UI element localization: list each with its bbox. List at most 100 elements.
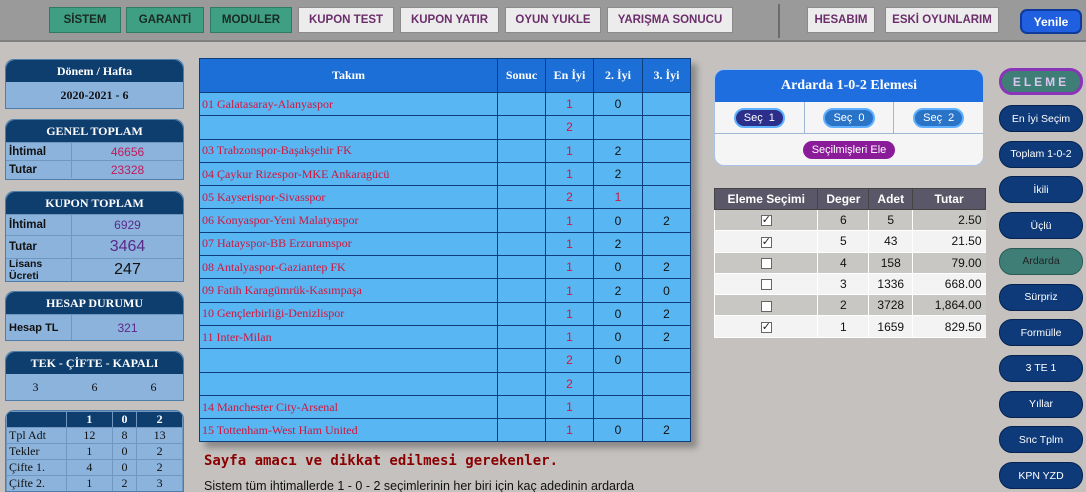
match-sonuc[interactable] [497, 208, 546, 233]
match-iki-iyi[interactable]: 2 [593, 231, 643, 257]
match-iki-iyi[interactable]: 1 [593, 185, 643, 210]
refresh-button[interactable]: Yenile [1020, 9, 1082, 34]
nav-moduler[interactable]: MODULER [210, 7, 292, 33]
match-uc-iyi[interactable]: 0 [642, 278, 691, 303]
match-uc-iyi[interactable] [642, 348, 691, 373]
side-menu-item[interactable]: Formülle [999, 319, 1083, 347]
match-uc-iyi[interactable] [642, 231, 691, 257]
match-uc-iyi[interactable] [642, 91, 691, 117]
match-sonuc[interactable] [497, 324, 546, 350]
match-en-iyi[interactable]: 2 [545, 115, 594, 140]
select-2-button[interactable]: Seç 2 [913, 107, 965, 128]
match-en-iyi[interactable]: 1 [545, 255, 594, 280]
match-en-iyi[interactable]: 1 [545, 231, 594, 257]
match-iki-iyi[interactable]: 0 [593, 418, 643, 443]
match-row: 09 Fatih Karagümrük-Kasımpaşa 1 2 0 [199, 278, 691, 303]
nav-eski-oyunlarim[interactable]: ESKİ OYUNLARIM [885, 7, 999, 33]
match-sonuc[interactable] [497, 371, 546, 396]
match-en-iyi[interactable]: 1 [545, 301, 594, 326]
match-sonuc[interactable] [497, 278, 546, 303]
match-iki-iyi[interactable]: 2 [593, 161, 643, 187]
side-menu-item[interactable]: 3 TE 1 [999, 354, 1083, 382]
side-menu-item[interactable]: Toplam 1-0-2 [999, 140, 1083, 168]
match-iki-iyi[interactable]: 0 [593, 348, 643, 373]
match-sonuc[interactable] [497, 138, 546, 163]
account-tl-label: Hesap TL [6, 315, 72, 340]
side-menu-item[interactable]: Snc Tplm [999, 426, 1083, 454]
match-sonuc[interactable] [497, 394, 546, 420]
match-uc-iyi[interactable] [642, 371, 691, 396]
elimination-adet: 1336 [868, 273, 913, 296]
elimination-checkbox[interactable] [760, 279, 772, 291]
match-en-iyi[interactable]: 1 [545, 138, 594, 163]
match-iki-iyi[interactable] [593, 371, 643, 396]
match-sonuc[interactable] [497, 185, 546, 210]
match-en-iyi[interactable]: 1 [545, 418, 594, 443]
match-sonuc[interactable] [497, 348, 546, 373]
elimination-checkbox[interactable] [760, 213, 772, 227]
match-iki-iyi[interactable] [593, 394, 643, 420]
nav-kupon-test[interactable]: KUPON TEST [298, 7, 394, 33]
elimination-checkbox[interactable] [760, 300, 772, 312]
match-iki-iyi[interactable]: 0 [593, 208, 643, 233]
match-iki-iyi[interactable]: 0 [593, 91, 643, 117]
nav-hesabim[interactable]: HESABIM [807, 7, 875, 33]
match-en-iyi[interactable]: 1 [545, 161, 594, 187]
elimination-checkbox[interactable] [760, 235, 772, 248]
match-en-iyi[interactable]: 1 [545, 394, 594, 420]
match-sonuc[interactable] [497, 255, 546, 280]
match-sonuc[interactable] [497, 231, 546, 257]
match-en-iyi[interactable]: 2 [545, 348, 594, 373]
match-iki-iyi[interactable]: 2 [593, 138, 643, 163]
match-iki-iyi[interactable]: 2 [593, 278, 643, 303]
side-menu-item[interactable]: Yıllar [999, 390, 1083, 418]
match-uc-iyi[interactable]: 2 [642, 255, 691, 280]
match-en-iyi[interactable]: 2 [545, 185, 594, 210]
general-tutar-value: 23328 [110, 162, 145, 177]
match-iki-iyi[interactable]: 0 [593, 255, 643, 280]
match-uc-iyi[interactable] [642, 185, 691, 210]
match-en-iyi[interactable]: 1 [545, 324, 594, 350]
match-en-iyi[interactable]: 1 [545, 208, 594, 233]
side-menu-item[interactable]: Ardarda [999, 247, 1083, 275]
elimination-tutar: 829.50 [912, 315, 986, 338]
match-iki-iyi[interactable] [593, 115, 643, 140]
nav-sistem[interactable]: SİSTEM [49, 7, 121, 33]
nav-garanti[interactable]: GARANTİ [126, 7, 204, 33]
match-iki-iyi[interactable]: 0 [593, 324, 643, 350]
nav-kupon-yatir[interactable]: KUPON YATIR [400, 7, 499, 33]
match-iki-iyi[interactable]: 0 [593, 301, 643, 326]
match-sonuc[interactable] [497, 115, 546, 140]
elimination-checkbox[interactable] [760, 258, 772, 270]
match-uc-iyi[interactable]: 2 [642, 418, 691, 443]
select-0-button[interactable]: Seç 0 [823, 107, 875, 128]
match-uc-iyi[interactable] [642, 115, 691, 140]
side-menu-item[interactable]: En İyi Seçim [999, 105, 1083, 132]
match-uc-iyi[interactable] [642, 161, 691, 187]
side-menu-item[interactable]: Sürpriz [999, 283, 1083, 311]
match-en-iyi[interactable]: 1 [545, 278, 594, 303]
match-sonuc[interactable] [497, 91, 546, 117]
side-menu-item[interactable]: KPN YZD [999, 462, 1083, 489]
match-uc-iyi[interactable] [642, 138, 691, 163]
match-row: 07 Hatayspor-BB Erzurumspor 1 2 [199, 231, 691, 257]
match-en-iyi[interactable]: 1 [545, 91, 594, 117]
match-uc-iyi[interactable]: 2 [642, 208, 691, 233]
match-team: 05 Kayserispor-Sivasspor [199, 185, 498, 210]
match-uc-iyi[interactable] [642, 394, 691, 420]
match-uc-iyi[interactable]: 2 [642, 324, 691, 350]
match-sonuc[interactable] [497, 161, 546, 187]
side-menu-item[interactable]: Üçlü [999, 212, 1083, 240]
select-1-button[interactable]: Seç 1 [733, 107, 785, 128]
match-sonuc[interactable] [497, 418, 546, 443]
match-sonuc[interactable] [497, 301, 546, 326]
nav-oyun-yukle[interactable]: OYUN YUKLE [505, 7, 601, 33]
nav-yarisma-sonucu[interactable]: YARIŞMA SONUCU [607, 7, 733, 33]
side-menu-item[interactable]: İkili [999, 176, 1083, 204]
match-uc-iyi[interactable]: 2 [642, 301, 691, 326]
col-eleme-secimi: Eleme Seçimi [713, 188, 819, 210]
eliminate-selected-button[interactable]: Seçilmişleri Ele [802, 141, 896, 159]
match-row: 2 [199, 371, 691, 396]
match-en-iyi[interactable]: 2 [545, 371, 594, 396]
elimination-checkbox[interactable] [760, 320, 772, 333]
